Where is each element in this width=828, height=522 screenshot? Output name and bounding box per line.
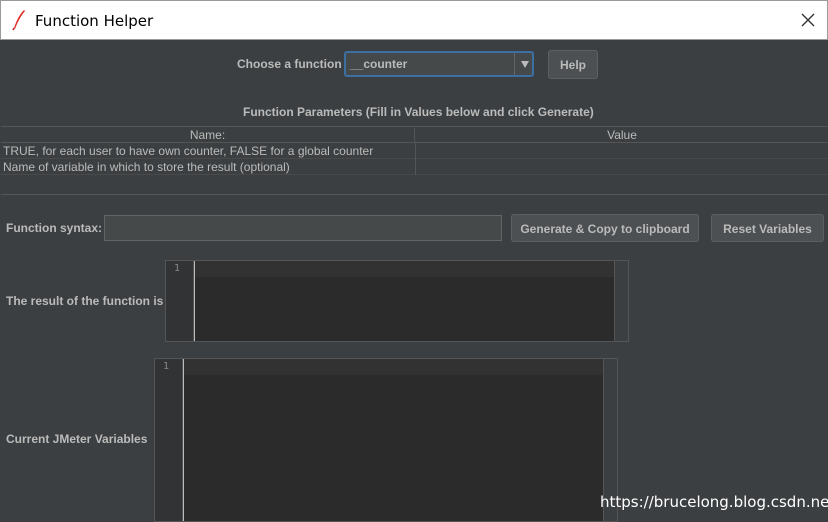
line-number-gutter: 1 — [166, 261, 194, 341]
function-select-value: __counter — [350, 57, 408, 71]
function-select[interactable]: __counter — [344, 51, 534, 77]
generate-copy-button[interactable]: Generate & Copy to clipboard — [511, 214, 699, 242]
column-header-value[interactable]: Value — [416, 128, 828, 142]
close-icon — [801, 13, 815, 27]
vertical-scrollbar[interactable] — [614, 261, 628, 341]
param-name: TRUE, for each user to have own counter,… — [3, 144, 374, 158]
feather-icon — [11, 9, 27, 31]
current-line-highlight — [195, 261, 615, 277]
table-row[interactable]: TRUE, for each user to have own counter,… — [1, 143, 828, 159]
help-button[interactable]: Help — [548, 50, 598, 79]
triangle-down-icon — [521, 61, 529, 68]
params-table: Name: Value TRUE, for each user to have … — [1, 126, 828, 194]
section-divider — [1, 194, 828, 195]
line-number-gutter: 1 — [155, 359, 183, 521]
line-number: 1 — [162, 361, 169, 372]
text-caret — [194, 261, 195, 341]
variables-label: Current JMeter Variables — [6, 432, 148, 446]
function-syntax-input[interactable] — [104, 215, 502, 241]
cell-divider — [415, 159, 416, 175]
param-name: Name of variable in which to store the r… — [3, 160, 290, 174]
window-title: Function Helper — [35, 12, 154, 30]
variables-editor[interactable]: 1 — [154, 358, 618, 522]
column-header-name[interactable]: Name: — [1, 128, 415, 143]
result-label: The result of the function is — [6, 294, 164, 308]
params-table-header: Name: Value — [1, 126, 828, 143]
window-title-bar: Function Helper — [0, 0, 828, 40]
reset-variables-button[interactable]: Reset Variables — [711, 214, 824, 242]
watermark-text: https://brucelong.blog.csdn.net — [600, 493, 828, 511]
result-editor[interactable]: 1 — [165, 260, 629, 342]
params-heading: Function Parameters (Fill in Values belo… — [243, 105, 594, 119]
table-row[interactable]: Name of variable in which to store the r… — [1, 159, 828, 175]
select-divider — [514, 53, 515, 75]
cell-divider — [415, 143, 416, 159]
choose-function-label: Choose a function — [237, 57, 342, 71]
function-syntax-label: Function syntax: — [6, 221, 103, 235]
text-caret — [183, 359, 184, 521]
line-number: 1 — [173, 263, 180, 274]
close-button[interactable] — [791, 1, 827, 39]
current-line-highlight — [184, 359, 604, 375]
